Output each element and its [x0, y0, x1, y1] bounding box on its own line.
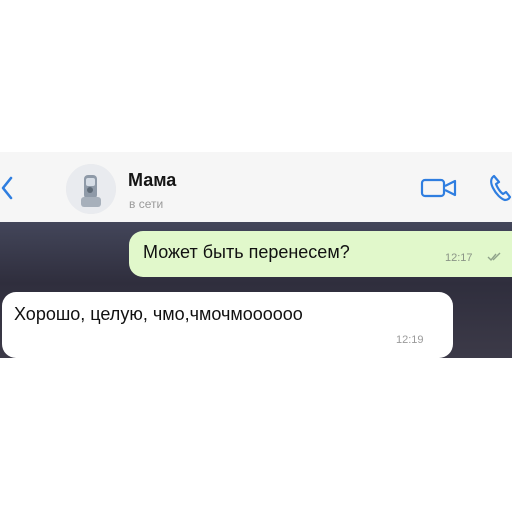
message-text: Хорошо, целую, чмо,чмочмоооооо	[14, 304, 303, 324]
message-text: Может быть перенесем?	[143, 242, 350, 262]
message-time: 12:19	[396, 334, 424, 346]
incoming-message-bubble[interactable]: Хорошо, целую, чмо,чмочмоооооо 12:19	[2, 292, 453, 358]
chat-screen: Мама в сети Может быть перенесем? 12:17 …	[0, 152, 512, 358]
double-check-icon	[487, 252, 501, 262]
outgoing-message-bubble[interactable]: Может быть перенесем? 12:17	[129, 231, 512, 277]
avatar[interactable]	[66, 164, 116, 214]
contact-status: в сети	[129, 197, 164, 211]
chevron-left-icon[interactable]	[0, 176, 14, 200]
avatar-photo	[66, 164, 116, 214]
phone-icon[interactable]	[488, 174, 512, 202]
contact-name[interactable]: Мама	[128, 170, 176, 191]
video-camera-icon[interactable]	[420, 176, 458, 200]
chat-header: Мама в сети	[0, 152, 512, 222]
message-time: 12:17	[445, 252, 473, 264]
